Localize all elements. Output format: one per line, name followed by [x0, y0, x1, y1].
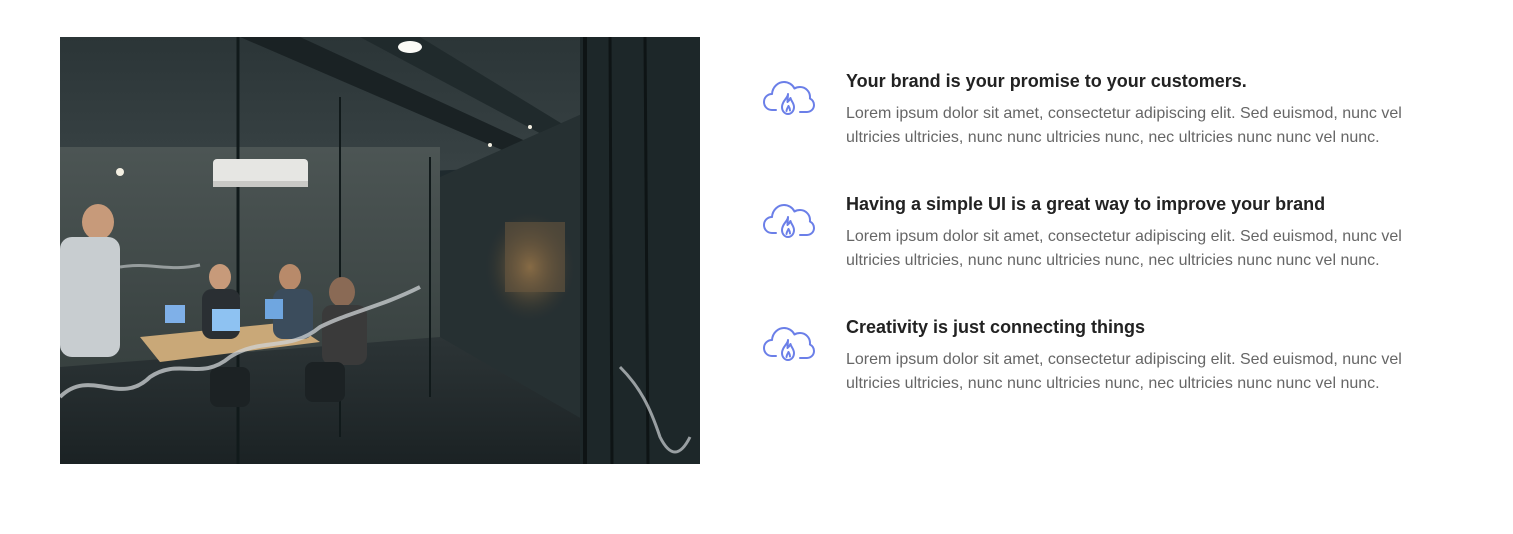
feature-item: Having a simple UI is a great way to imp… [760, 191, 1460, 273]
feature-title: Having a simple UI is a great way to imp… [846, 194, 1326, 214]
feature-body: Creativity is just connecting things Lor… [846, 314, 1426, 396]
feature-title: Your brand is your promise to your custo… [846, 71, 1247, 91]
cloud-flame-icon [760, 193, 816, 245]
feature-text: Lorem ipsum dolor sit amet, consectetur … [846, 351, 1402, 392]
feature-item: Your brand is your promise to your custo… [760, 68, 1460, 150]
feature-body: Your brand is your promise to your custo… [846, 68, 1426, 150]
office-meeting-photo [60, 37, 700, 464]
feature-text: Lorem ipsum dolor sit amet, consectetur … [846, 105, 1402, 146]
cloud-flame-icon [760, 316, 816, 368]
cloud-flame-icon [760, 70, 816, 122]
feature-title: Creativity is just connecting things [846, 317, 1146, 337]
feature-list: Your brand is your promise to your custo… [760, 68, 1460, 396]
feature-text: Lorem ipsum dolor sit amet, consectetur … [846, 228, 1402, 269]
feature-body: Having a simple UI is a great way to imp… [846, 191, 1426, 273]
feature-item: Creativity is just connecting things Lor… [760, 314, 1460, 396]
